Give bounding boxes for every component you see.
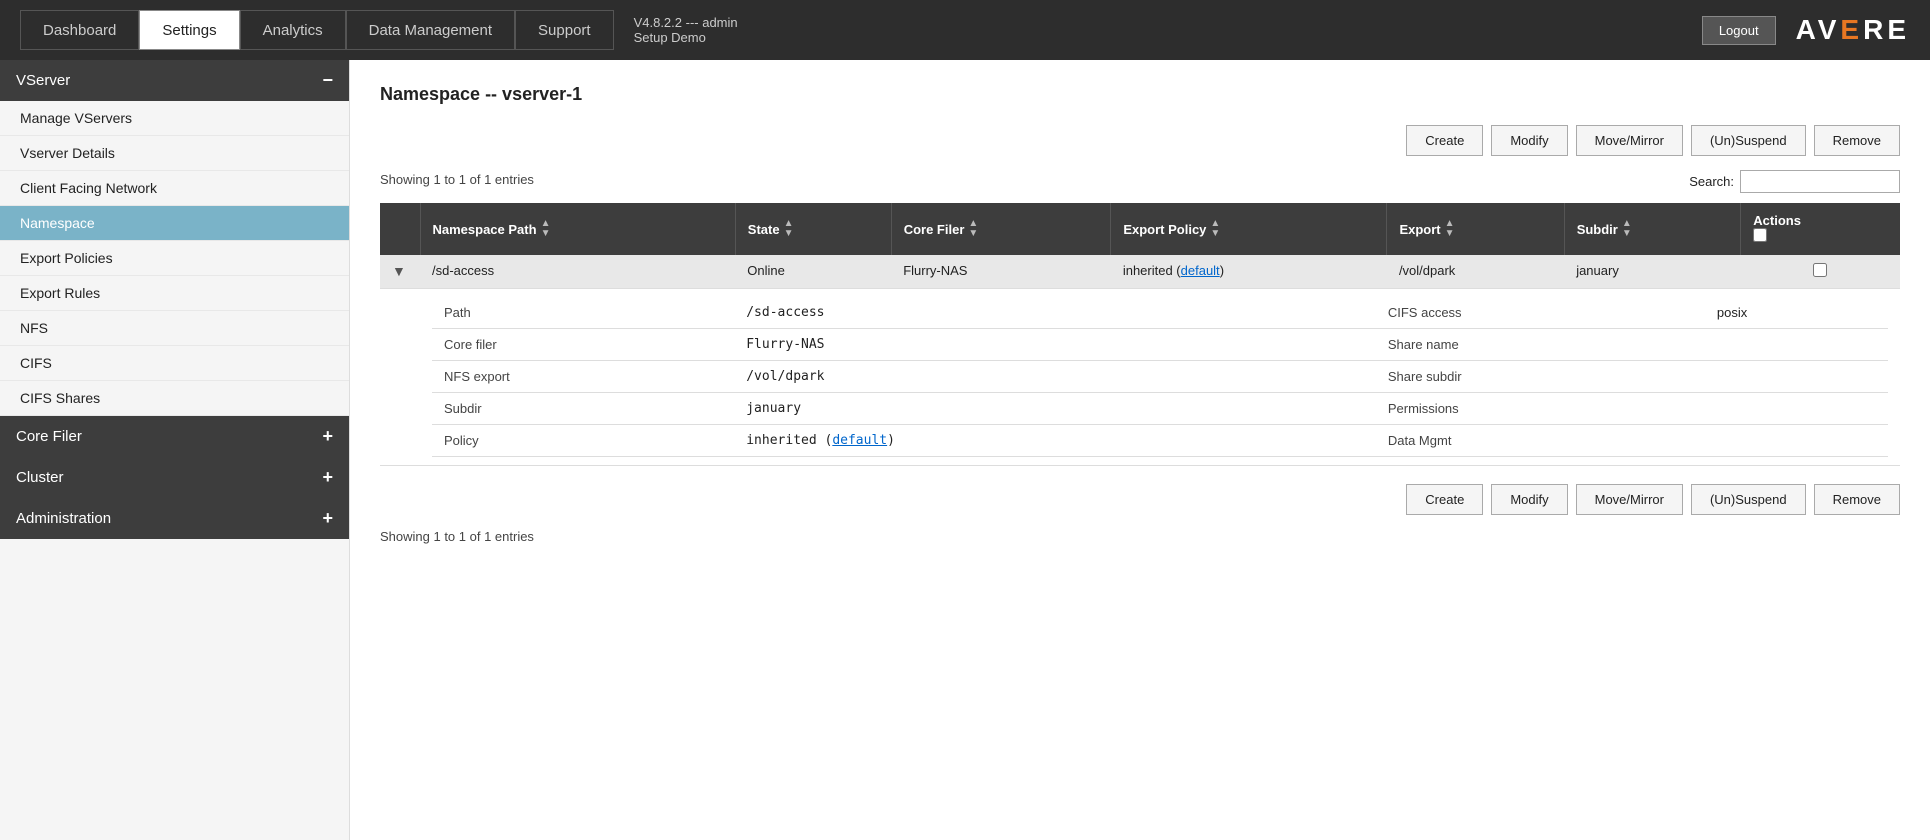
row-checkbox[interactable] bbox=[1813, 263, 1827, 277]
sidebar-item-nfs[interactable]: NFS bbox=[0, 311, 349, 346]
export-cell: /vol/dpark bbox=[1387, 255, 1564, 289]
detail-row-nfs-export: NFS export /vol/dpark Share subdir bbox=[432, 361, 1888, 393]
sidebar-section-core-filer-label: Core Filer bbox=[16, 428, 82, 445]
expand-cell: ▼ bbox=[380, 255, 420, 289]
th-expand bbox=[380, 203, 420, 255]
sidebar-item-export-rules[interactable]: Export Rules bbox=[0, 276, 349, 311]
minus-icon: − bbox=[322, 70, 333, 91]
modify-button-bottom[interactable]: Modify bbox=[1491, 484, 1567, 515]
version-info: V4.8.2.2 --- admin Setup Demo bbox=[634, 15, 738, 45]
detail-table: Path /sd-access CIFS access posix Core f… bbox=[432, 297, 1888, 457]
sidebar: VServer − Manage VServers Vserver Detail… bbox=[0, 60, 350, 840]
top-bar: Dashboard Settings Analytics Data Manage… bbox=[0, 0, 1930, 60]
search-row: Search: bbox=[1689, 170, 1900, 193]
sidebar-item-client-facing-network[interactable]: Client Facing Network bbox=[0, 171, 349, 206]
sidebar-section-administration[interactable]: Administration + bbox=[0, 498, 349, 539]
sidebar-item-manage-vservers[interactable]: Manage VServers bbox=[0, 101, 349, 136]
setup-demo-text: Setup Demo bbox=[634, 30, 738, 45]
modify-button-top[interactable]: Modify bbox=[1491, 125, 1567, 156]
table-row: ▼ /sd-access Online Flurry-NAS inherited… bbox=[380, 255, 1900, 289]
th-export-policy: Export Policy ▲▼ bbox=[1111, 203, 1387, 255]
top-bar-right: Logout AVERE bbox=[1702, 14, 1910, 46]
nav-tabs: Dashboard Settings Analytics Data Manage… bbox=[20, 10, 738, 50]
sidebar-item-vserver-details[interactable]: Vserver Details bbox=[0, 136, 349, 171]
move-mirror-button-top[interactable]: Move/Mirror bbox=[1576, 125, 1683, 156]
subdir-cell: january bbox=[1564, 255, 1741, 289]
detail-policy-link[interactable]: default bbox=[832, 433, 887, 448]
th-namespace-path: Namespace Path ▲▼ bbox=[420, 203, 735, 255]
remove-button-top[interactable]: Remove bbox=[1814, 125, 1900, 156]
export-policy-cell: inherited (default) bbox=[1111, 255, 1387, 289]
page-title: Namespace -- vserver-1 bbox=[380, 84, 1900, 105]
entries-info-bottom: Showing 1 to 1 of 1 entries bbox=[380, 529, 1900, 544]
tab-dashboard[interactable]: Dashboard bbox=[20, 10, 139, 50]
sidebar-item-cifs[interactable]: CIFS bbox=[0, 346, 349, 381]
sidebar-section-core-filer[interactable]: Core Filer + bbox=[0, 416, 349, 457]
search-input[interactable] bbox=[1740, 170, 1900, 193]
sidebar-section-cluster-label: Cluster bbox=[16, 469, 64, 486]
tab-support[interactable]: Support bbox=[515, 10, 614, 50]
th-core-filer: Core Filer ▲▼ bbox=[891, 203, 1111, 255]
state-cell: Online bbox=[735, 255, 891, 289]
table-detail-row: Path /sd-access CIFS access posix Core f… bbox=[380, 289, 1900, 466]
detail-row-core-filer: Core filer Flurry-NAS Share name bbox=[432, 329, 1888, 361]
move-mirror-button-bottom[interactable]: Move/Mirror bbox=[1576, 484, 1683, 515]
sidebar-section-administration-label: Administration bbox=[16, 510, 111, 527]
sidebar-section-vserver[interactable]: VServer − bbox=[0, 60, 349, 101]
main-layout: VServer − Manage VServers Vserver Detail… bbox=[0, 60, 1930, 840]
plus-icon-administration: + bbox=[322, 508, 333, 529]
export-policy-link[interactable]: default bbox=[1181, 263, 1220, 278]
sidebar-item-namespace[interactable]: Namespace bbox=[0, 206, 349, 241]
table-header-row: Namespace Path ▲▼ State ▲▼ Core Filer bbox=[380, 203, 1900, 255]
tab-analytics[interactable]: Analytics bbox=[240, 10, 346, 50]
sidebar-item-export-policies[interactable]: Export Policies bbox=[0, 241, 349, 276]
search-label: Search: bbox=[1689, 174, 1734, 189]
tab-data-management[interactable]: Data Management bbox=[346, 10, 515, 50]
avere-logo: AVERE bbox=[1796, 14, 1910, 46]
plus-icon-cluster: + bbox=[322, 467, 333, 488]
select-all-checkbox[interactable] bbox=[1753, 228, 1767, 242]
detail-row-subdir: Subdir january Permissions bbox=[432, 393, 1888, 425]
sidebar-vserver-items: Manage VServers Vserver Details Client F… bbox=[0, 101, 349, 416]
entries-info-top: Showing 1 to 1 of 1 entries bbox=[380, 172, 534, 187]
th-actions: Actions bbox=[1741, 203, 1900, 255]
tab-settings[interactable]: Settings bbox=[139, 10, 239, 50]
create-button-bottom[interactable]: Create bbox=[1406, 484, 1483, 515]
remove-button-bottom[interactable]: Remove bbox=[1814, 484, 1900, 515]
logout-button[interactable]: Logout bbox=[1702, 16, 1776, 45]
detail-row-path: Path /sd-access CIFS access posix bbox=[432, 297, 1888, 329]
sidebar-section-cluster[interactable]: Cluster + bbox=[0, 457, 349, 498]
core-filer-cell: Flurry-NAS bbox=[891, 255, 1111, 289]
actions-checkbox-cell bbox=[1741, 255, 1900, 289]
detail-cell: Path /sd-access CIFS access posix Core f… bbox=[420, 289, 1900, 466]
plus-icon-core-filer: + bbox=[322, 426, 333, 447]
sidebar-item-cifs-shares[interactable]: CIFS Shares bbox=[0, 381, 349, 416]
version-text: V4.8.2.2 --- admin bbox=[634, 15, 738, 30]
sidebar-section-vserver-label: VServer bbox=[16, 72, 70, 89]
bottom-action-bar: Create Modify Move/Mirror (Un)Suspend Re… bbox=[380, 484, 1900, 515]
create-button-top[interactable]: Create bbox=[1406, 125, 1483, 156]
namespace-table: Namespace Path ▲▼ State ▲▼ Core Filer bbox=[380, 203, 1900, 466]
th-subdir: Subdir ▲▼ bbox=[1564, 203, 1741, 255]
expand-arrow-icon[interactable]: ▼ bbox=[392, 263, 406, 279]
th-state: State ▲▼ bbox=[735, 203, 891, 255]
th-export: Export ▲▼ bbox=[1387, 203, 1564, 255]
unsuspend-button-top[interactable]: (Un)Suspend bbox=[1691, 125, 1806, 156]
top-action-bar: Create Modify Move/Mirror (Un)Suspend Re… bbox=[380, 125, 1900, 156]
namespace-path-cell: /sd-access bbox=[420, 255, 735, 289]
detail-row-policy: Policy inherited (default) Data Mgmt bbox=[432, 425, 1888, 457]
unsuspend-button-bottom[interactable]: (Un)Suspend bbox=[1691, 484, 1806, 515]
content-area: Namespace -- vserver-1 Create Modify Mov… bbox=[350, 60, 1930, 840]
